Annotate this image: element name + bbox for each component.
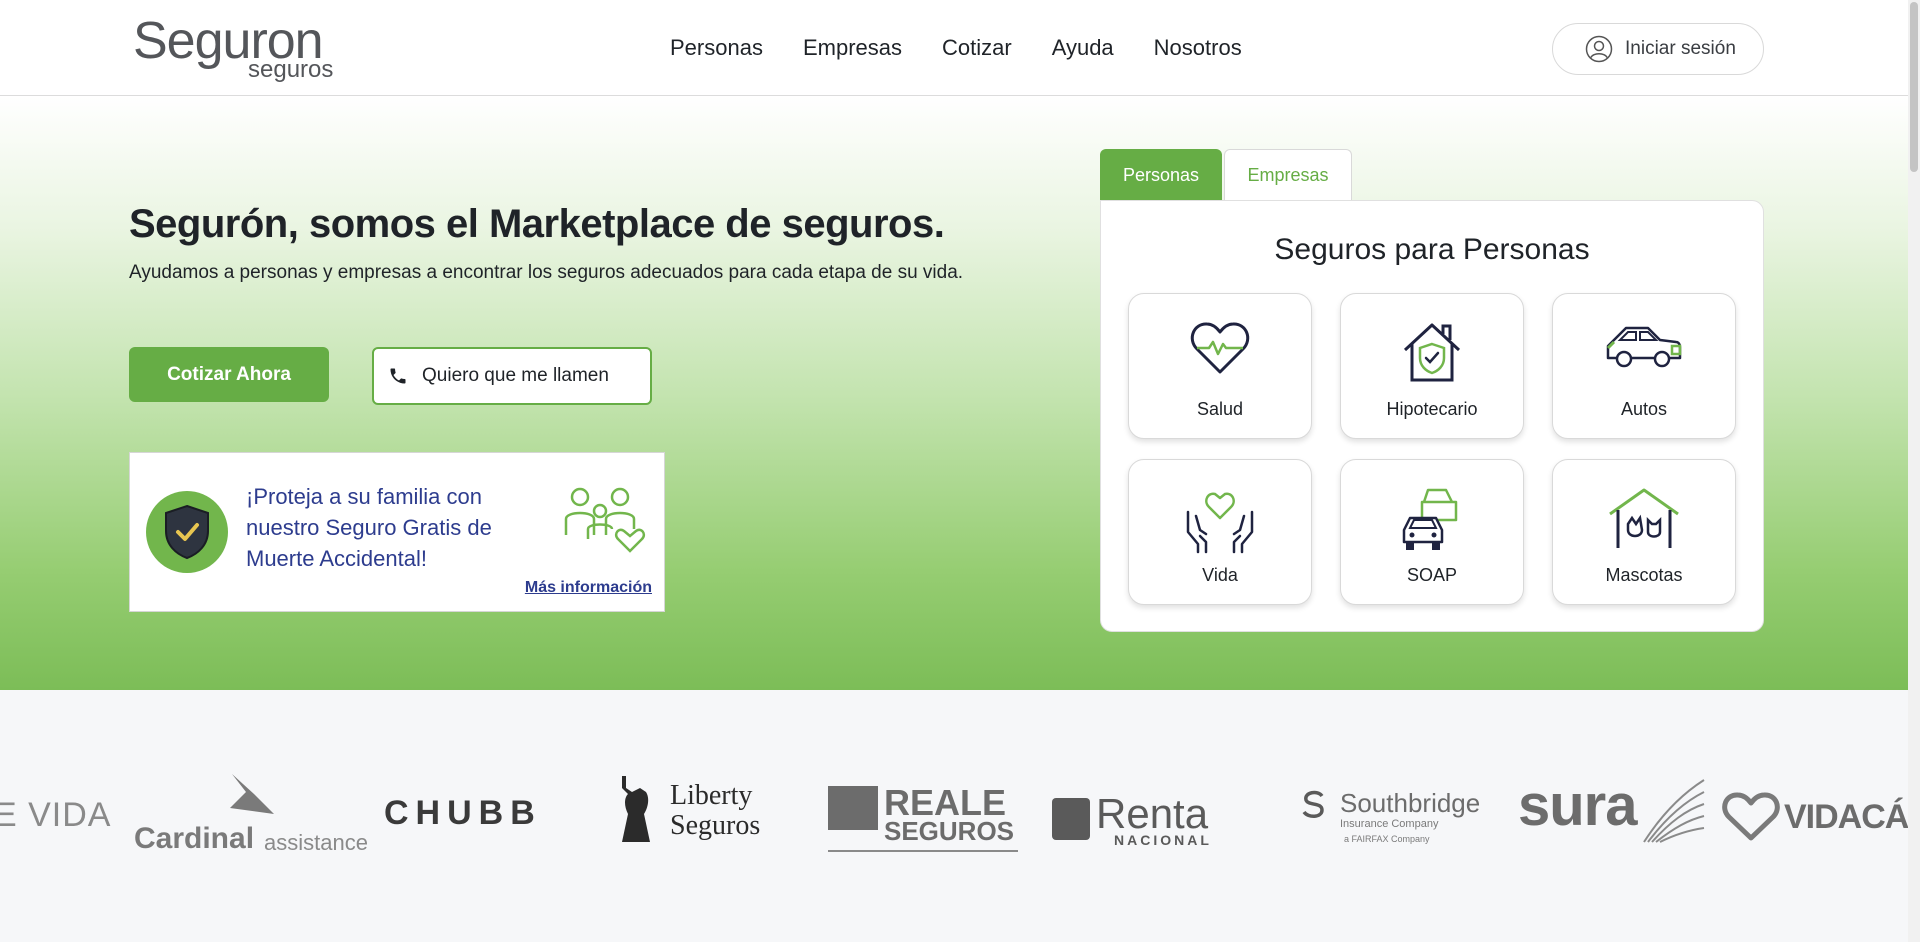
sura-logo: sura	[1518, 772, 1708, 852]
hero-subtitle: Ayudamos a personas y empresas a encontr…	[129, 262, 964, 283]
login-button[interactable]: Iniciar sesión	[1552, 23, 1764, 75]
more-info-link[interactable]: Más información	[525, 579, 652, 597]
renta-nacional-logo: Renta NACIONAL	[1052, 790, 1242, 850]
insurance-cards: Salud Hipotecario Autos Vida SOAP Mascot…	[1128, 293, 1736, 605]
hands-heart-icon	[1186, 492, 1254, 554]
chubb-text: CHUBB	[384, 794, 542, 832]
heart-pulse-icon	[1190, 322, 1250, 374]
nav-cotizar[interactable]: Cotizar	[942, 34, 1012, 62]
insurance-tabs: Personas Empresas	[1100, 149, 1352, 201]
card-salud[interactable]: Salud	[1128, 293, 1312, 439]
sura-wing-icon	[1643, 779, 1705, 843]
card-soap[interactable]: SOAP	[1340, 459, 1524, 605]
card-autos[interactable]: Autos	[1552, 293, 1736, 439]
nav-ayuda[interactable]: Ayuda	[1052, 34, 1114, 62]
seguron-logo[interactable]: Seguron seguros	[133, 14, 333, 84]
cotizar-ahora-button[interactable]: Cotizar Ahora	[129, 347, 329, 402]
cardinal-bird-icon	[230, 774, 274, 814]
main-nav: Personas Empresas Cotizar Ayuda Nosotros	[670, 34, 1242, 62]
liberty-text-1: Liberty	[670, 780, 753, 811]
southbridge-text: Southbridge	[1340, 788, 1481, 818]
cardinal-sub-text: assistance	[264, 830, 368, 855]
southbridge-sub2-text: a FAIRFAX Company	[1344, 834, 1430, 844]
nav-personas[interactable]: Personas	[670, 34, 763, 62]
car-icon	[1606, 326, 1682, 368]
call-me-button[interactable]: Quiero que me llamen	[372, 347, 652, 405]
renta-text-1: Renta	[1096, 790, 1209, 837]
nav-nosotros[interactable]: Nosotros	[1154, 34, 1242, 62]
card-vida[interactable]: Vida	[1128, 459, 1312, 605]
call-me-label: Quiero que me llamen	[422, 365, 609, 386]
renta-text-2: NACIONAL	[1114, 832, 1212, 848]
southbridge-s-icon	[1302, 790, 1324, 818]
reale-underline	[828, 850, 1018, 852]
nav-empresas[interactable]: Empresas	[803, 34, 902, 62]
tab-personas[interactable]: Personas	[1100, 149, 1222, 201]
southbridge-sub-text: Insurance Company	[1340, 818, 1439, 830]
site-header: Seguron seguros Personas Empresas Cotiza…	[0, 0, 1908, 96]
card-label: SOAP	[1406, 565, 1458, 585]
login-label: Iniciar sesión	[1625, 38, 1736, 59]
reale-mark	[828, 786, 878, 830]
vida-partial-text: E VIDA	[0, 796, 112, 834]
reale-text-2: SEGUROS	[884, 816, 1015, 846]
tab-empresas[interactable]: Empresas	[1224, 149, 1352, 201]
card-label: Mascotas	[1605, 565, 1683, 585]
shield-check-icon	[146, 491, 228, 573]
logo-sub-text: seguros	[248, 56, 334, 83]
panel-title: Seguros para Personas	[1274, 233, 1590, 266]
heart-outline-icon	[1722, 792, 1780, 841]
promo-banner[interactable]: ¡Proteja a su familia con nuestro Seguro…	[129, 452, 665, 612]
chubb-logo: CHUBB	[384, 794, 542, 833]
hero-title: Segurón, somos el Marketplace de seguros…	[129, 202, 945, 246]
vida-logo-partial: E VIDA	[0, 796, 111, 835]
sura-text: sura	[1518, 773, 1638, 838]
renta-mark	[1052, 798, 1090, 840]
vidacamara-text: VIDACÁ	[1784, 798, 1908, 836]
reale-logo: REALE SEGUROS	[828, 782, 1018, 872]
cardinal-main-text: Cardinal	[134, 822, 255, 855]
card-label: Hipotecario	[1386, 399, 1478, 419]
cardinal-logo: Cardinal assistance	[134, 774, 374, 855]
insurance-panel: Seguros para Personas Salud Hipotecario	[1100, 200, 1764, 632]
liberty-text-2: Seguros	[670, 810, 761, 841]
family-heart-icon	[564, 487, 646, 553]
southbridge-logo: Southbridge Insurance Company a FAIRFAX …	[1298, 786, 1488, 860]
statue-of-liberty-icon	[622, 776, 650, 842]
user-icon	[1585, 35, 1613, 63]
liberty-logo: Liberty Seguros	[614, 774, 764, 850]
partners-strip: E VIDA Cardinal assistance CHUBB Liberty…	[0, 690, 1908, 942]
card-label: Vida	[1202, 565, 1238, 585]
promo-text: ¡Proteja a su familia con nuestro Seguro…	[246, 484, 492, 571]
card-hipotecario[interactable]: Hipotecario	[1340, 293, 1524, 439]
house-shield-icon	[1403, 323, 1461, 382]
pet-house-icon	[1609, 488, 1679, 548]
card-mascotas[interactable]: Mascotas	[1552, 459, 1736, 605]
cars-crash-icon	[1402, 488, 1458, 550]
vidacamara-logo: VIDACÁ	[1722, 792, 1908, 848]
scrollbar-thumb[interactable]	[1910, 2, 1918, 172]
card-label: Salud	[1196, 399, 1244, 419]
card-label: Autos	[1620, 399, 1668, 419]
phone-icon	[390, 368, 406, 384]
page-scrollbar[interactable]	[1908, 0, 1920, 942]
